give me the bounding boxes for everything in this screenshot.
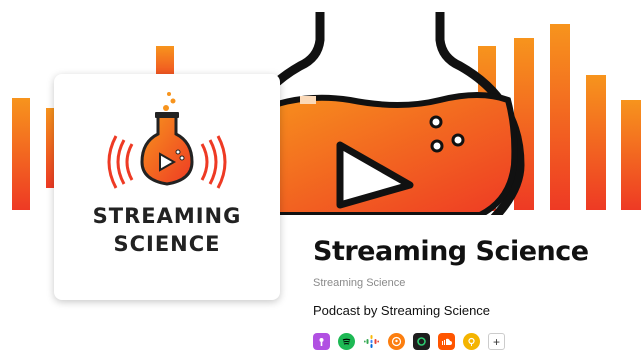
podcast-artwork[interactable]: STREAMING SCIENCE: [54, 74, 280, 300]
artwork-text-line: SCIENCE: [113, 232, 221, 256]
bubble: [451, 133, 465, 147]
apple-podcasts-icon[interactable]: [313, 333, 330, 350]
castbox-icon[interactable]: [413, 333, 430, 350]
sound-bar: [300, 96, 316, 104]
bubble: [430, 139, 444, 153]
spotify-icon[interactable]: [338, 333, 355, 350]
more-icon[interactable]: +: [488, 333, 505, 350]
artwork-text-line: STREAMING: [92, 204, 242, 228]
podcast-title: Streaming Science: [313, 236, 589, 267]
platform-links: +: [313, 333, 505, 350]
sound-bar: [621, 100, 641, 210]
overcast-icon[interactable]: [388, 333, 405, 350]
bubble: [429, 115, 443, 129]
soundcloud-icon[interactable]: [438, 333, 455, 350]
sound-bar: [550, 24, 570, 210]
podcast-addict-icon[interactable]: [463, 333, 480, 350]
sound-bar: [586, 75, 606, 210]
flask-logo-icon: [107, 92, 227, 189]
google-podcasts-icon[interactable]: [363, 333, 380, 350]
podcast-subtitle: Podcast by Streaming Science: [313, 303, 491, 318]
author-link[interactable]: Streaming Science: [313, 277, 405, 289]
sound-bar: [12, 98, 30, 210]
